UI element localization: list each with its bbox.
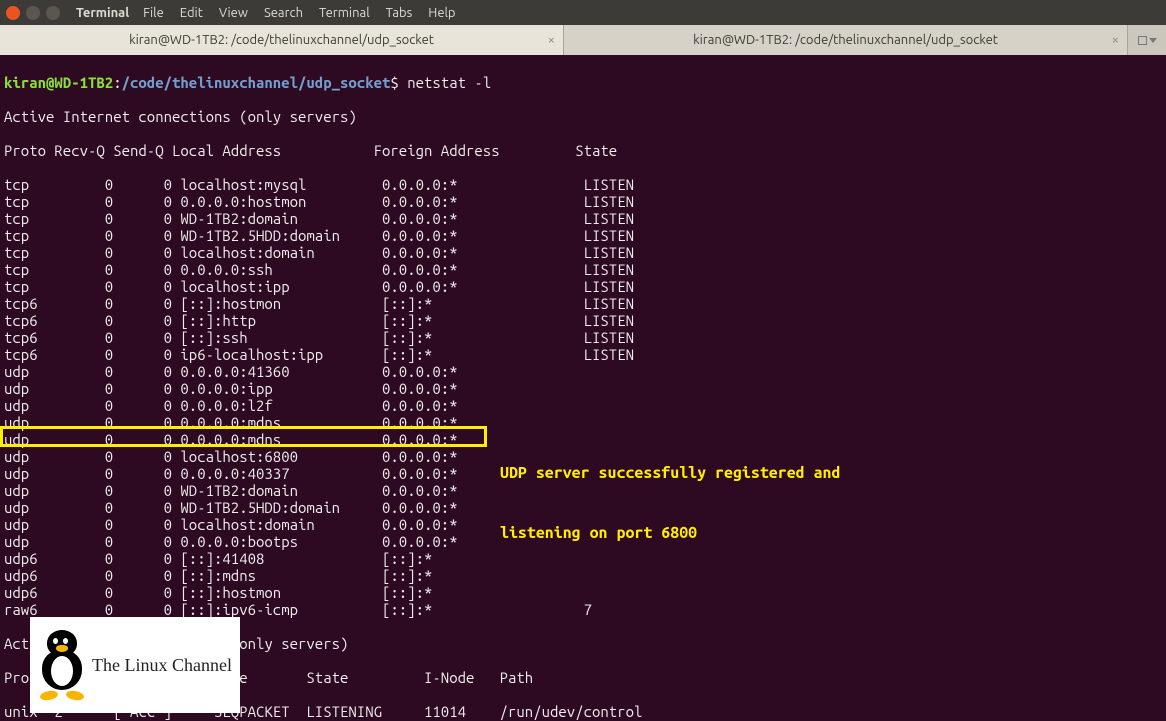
annotation-line2: listening on port 6800 [500,523,840,543]
tab-1[interactable]: kiran@WD-1TB2: /code/thelinuxchannel/udp… [0,25,564,55]
netstat-row: tcp 0 0 WD-1TB2.5HDD:domain 0.0.0.0:* LI… [4,227,1162,244]
dropdown-icon [1149,38,1157,43]
terminal-output[interactable]: kiran@WD-1TB2:/code/thelinuxchannel/udp_… [0,55,1166,721]
netstat-row: tcp 0 0 localhost:ipp 0.0.0.0:* LISTEN [4,278,1162,295]
minimize-window-icon[interactable] [26,6,40,20]
annotation-text: UDP server successfully registered and l… [500,423,840,563]
menu-tabs[interactable]: Tabs [378,6,421,20]
netstat-row: tcp6 0 0 ip6-localhost:ipp [::]:* LISTEN [4,346,1162,363]
netstat-row: udp 0 0 0.0.0.0:41360 0.0.0.0:* [4,363,1162,380]
maximize-window-icon[interactable] [46,6,60,20]
netstat-row: udp6 0 0 [::]:mdns [::]:* [4,567,1162,584]
netstat-row: tcp 0 0 localhost:domain 0.0.0.0:* LISTE… [4,244,1162,261]
netstat-row: udp 0 0 0.0.0.0:l2f 0.0.0.0:* [4,397,1162,414]
tab-2[interactable]: kiran@WD-1TB2: /code/thelinuxchannel/udp… [564,25,1128,55]
tux-icon [36,630,88,700]
netstat-row: tcp6 0 0 [::]:http [::]:* LISTEN [4,312,1162,329]
tab-bar: kiran@WD-1TB2: /code/thelinuxchannel/udp… [0,25,1166,55]
new-tab-button[interactable] [1128,25,1166,55]
tab-2-title: kiran@WD-1TB2: /code/thelinuxchannel/udp… [693,33,998,47]
prompt-dollar: $ [390,74,398,91]
prompt-line: kiran@WD-1TB2:/code/thelinuxchannel/udp_… [4,74,1162,91]
close-window-icon[interactable] [6,6,20,20]
menu-help[interactable]: Help [420,6,463,20]
tab-1-close-icon[interactable]: × [548,33,555,47]
header-net-cols: Proto Recv-Q Send-Q Local Address Foreig… [4,142,1162,159]
prompt-userhost: kiran@WD-1TB2 [4,74,113,91]
netstat-row: udp 0 0 0.0.0.0:ipp 0.0.0.0:* [4,380,1162,397]
netstat-row: tcp 0 0 localhost:mysql 0.0.0.0:* LISTEN [4,176,1162,193]
command-text: netstat -l [407,74,491,91]
menu-terminal[interactable]: Terminal [311,6,378,20]
menu-edit[interactable]: Edit [172,6,211,20]
window-controls [6,6,60,20]
new-tab-icon [1138,36,1147,45]
watermark-text: The Linux Channel [92,657,232,674]
netstat-row: udp6 0 0 [::]:hostmon [::]:* [4,584,1162,601]
netstat-row: raw6 0 0 [::]:ipv6-icmp [::]:* 7 [4,601,1162,618]
tab-1-title: kiran@WD-1TB2: /code/thelinuxchannel/udp… [129,33,434,47]
menu-file[interactable]: File [135,6,172,20]
menu-view[interactable]: View [211,6,256,20]
annotation-line1: UDP server successfully registered and [500,463,840,483]
prompt-sep: : [113,74,121,91]
menubar: Terminal File Edit View Search Terminal … [0,0,1166,25]
netstat-row: tcp6 0 0 [::]:ssh [::]:* LISTEN [4,329,1162,346]
tab-2-close-icon[interactable]: × [1112,33,1119,47]
netstat-row: tcp6 0 0 [::]:hostmon [::]:* LISTEN [4,295,1162,312]
menu-search[interactable]: Search [256,6,311,20]
netstat-row: tcp 0 0 0.0.0.0:ssh 0.0.0.0:* LISTEN [4,261,1162,278]
netstat-row: tcp 0 0 WD-1TB2:domain 0.0.0.0:* LISTEN [4,210,1162,227]
prompt-path: /code/thelinuxchannel/udp_socket [122,74,391,91]
header-active-inet: Active Internet connections (only server… [4,108,1162,125]
app-name: Terminal [76,6,129,20]
netstat-row: tcp 0 0 0.0.0.0:hostmon 0.0.0.0:* LISTEN [4,193,1162,210]
watermark: The Linux Channel [30,617,240,713]
